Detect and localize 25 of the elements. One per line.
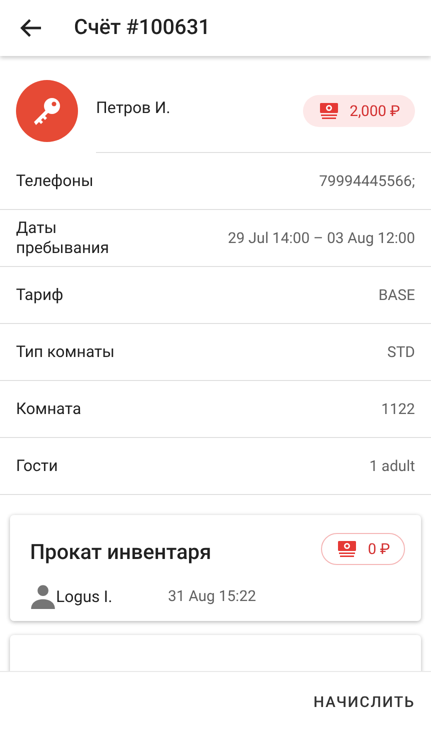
detail-label: Гости [16, 456, 59, 476]
money-icon [336, 540, 358, 558]
back-arrow-icon [20, 18, 42, 38]
guest-name: Петров И. [96, 98, 172, 116]
service-time: 31 Aug 15:22 [168, 587, 256, 605]
detail-value: STD [387, 343, 415, 361]
detail-label: Телефоны [16, 171, 94, 191]
person-icon [30, 583, 56, 609]
detail-label: Даты пребывания [16, 218, 110, 258]
page-title: Счёт #100631 [74, 16, 210, 40]
detail-value: 1122 [381, 400, 415, 418]
balance-badge: 2,000 ₽ [302, 95, 415, 127]
detail-value: 29 Jul 14:00 – 03 Aug 12:00 [228, 229, 415, 247]
detail-label: Тип комнаты [16, 342, 116, 362]
detail-label: Комната [16, 399, 82, 419]
detail-value: BASE [378, 286, 415, 304]
service-title: Прокат инвентаря [30, 541, 212, 565]
detail-label: Тариф [16, 285, 64, 305]
charge-button[interactable]: НАЧИСЛИТЬ [304, 684, 425, 718]
money-icon [318, 102, 340, 120]
service-card[interactable]: Прокат инвентаря 0 ₽ Logus I. 31 Aug 15:22 [10, 515, 421, 621]
balance-badge: 0 ₽ [320, 533, 405, 565]
detail-value: 79994445566; [319, 172, 415, 190]
author-name: Logus I. [56, 586, 114, 606]
detail-value: 1 adult [369, 457, 415, 475]
